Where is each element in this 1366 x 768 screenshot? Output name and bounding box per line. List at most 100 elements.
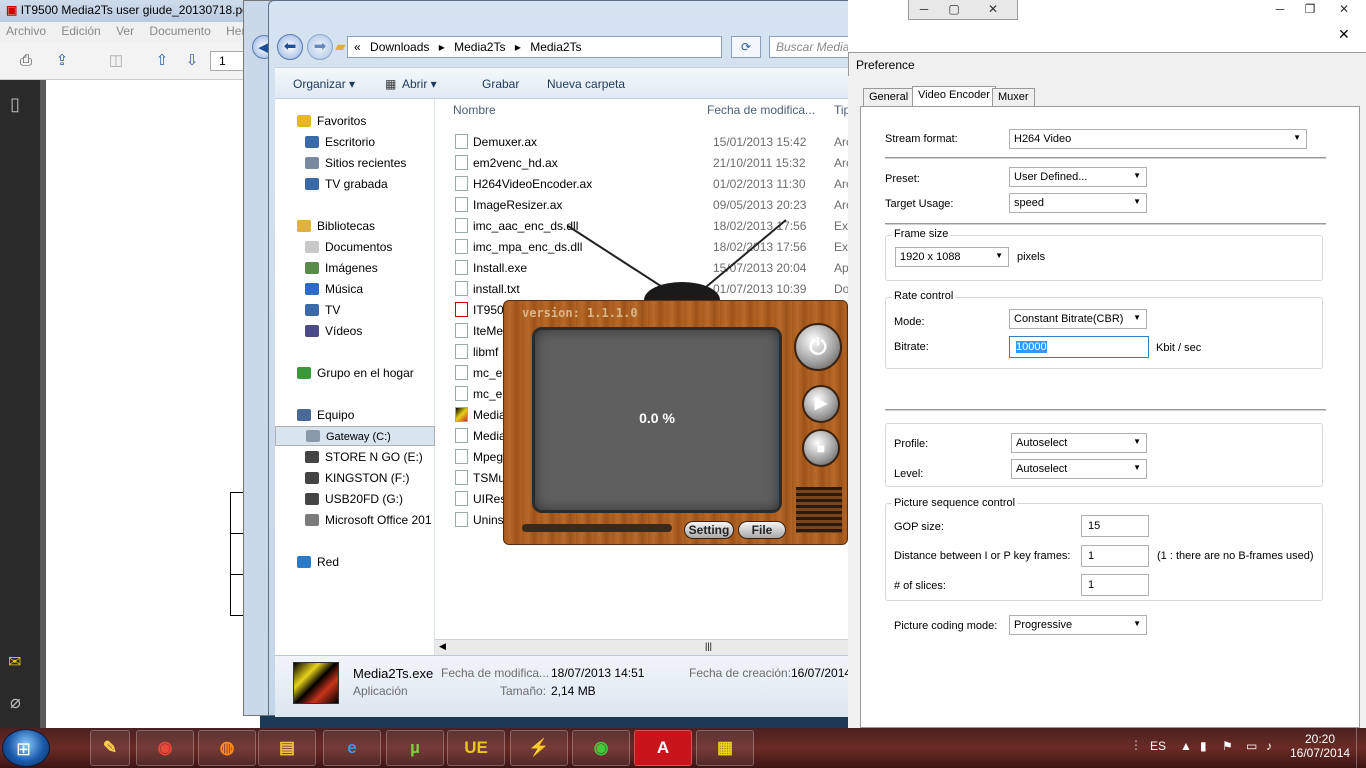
power-button[interactable]: ⏻	[794, 323, 842, 371]
explorer-icon[interactable]: ▤	[258, 730, 316, 766]
stream-format-select[interactable]: H264 Video ▼	[1009, 129, 1307, 149]
show-desktop-button[interactable]	[1356, 728, 1366, 768]
volume-icon[interactable]: ♪	[1266, 739, 1272, 753]
network-tray-icon[interactable]: ▮	[1200, 739, 1207, 753]
menu-edicion[interactable]: Edición	[61, 24, 100, 38]
nav-item[interactable]: Documentos	[275, 237, 435, 258]
file-row[interactable]: Demuxer.ax 15/01/2013 15:42 Arc	[435, 131, 853, 152]
language-indicator[interactable]: ES	[1150, 739, 1166, 753]
stop-button[interactable]: ■	[802, 429, 840, 467]
file-row[interactable]: H264VideoEncoder.ax 01/02/2013 11:30 Arc	[435, 173, 853, 194]
taskbar: ⊞ ⋮ ES ▲ ▮ ⚑ ▭ ♪ 20:20 16/07/2014 ✎ ◉ ◍ ▤ e µ…	[0, 728, 1366, 768]
close-icon[interactable]: ✕	[969, 2, 1017, 20]
gop-size-input[interactable]: 15	[1081, 515, 1149, 537]
tab-video-encoder[interactable]: Video Encoder	[912, 86, 996, 107]
acrobat-icon[interactable]: A	[634, 730, 692, 766]
setting-button[interactable]: Setting	[684, 521, 734, 539]
media2ts-icon[interactable]: ▦	[696, 730, 754, 766]
flash-icon[interactable]: ⚡	[510, 730, 568, 766]
firefox-icon[interactable]: ◍	[198, 730, 256, 766]
internet-explorer-icon[interactable]: e	[323, 730, 381, 766]
back-button[interactable]: ⬅	[277, 34, 303, 60]
ultraedit-icon[interactable]: UE	[447, 730, 505, 766]
dialog-close-icon[interactable]: ✕	[1338, 26, 1350, 43]
nav-item[interactable]: Red	[275, 552, 435, 573]
level-label: Level:	[894, 468, 924, 480]
maximize-icon[interactable]: ▢	[939, 2, 969, 20]
action-center-icon[interactable]: ⚑	[1222, 739, 1233, 753]
menu-documento[interactable]: Documento	[149, 24, 210, 38]
nav-item[interactable]: Vídeos	[275, 321, 435, 342]
minimize-icon[interactable]: ─	[1266, 2, 1294, 20]
chrome-icon[interactable]: ◉	[136, 730, 194, 766]
nav-item[interactable]: KINGSTON (F:)	[275, 468, 435, 489]
menu-ver[interactable]: Ver	[116, 24, 134, 38]
burn-button[interactable]: Grabar	[482, 77, 519, 91]
nav-item[interactable]: TV grabada	[275, 174, 435, 195]
distance-input[interactable]: 1	[1081, 545, 1149, 567]
file-row[interactable]: em2venc_hd.ax 21/10/2011 15:32 Arc	[435, 152, 853, 173]
breadcrumb-media2ts-current[interactable]: Media2Ts	[530, 40, 581, 54]
coding-mode-select[interactable]: Progressive ▼	[1009, 615, 1147, 635]
prev-page-icon[interactable]: ⇧	[150, 50, 174, 72]
file-icon	[455, 302, 468, 317]
profile-select[interactable]: Autoselect ▼	[1011, 433, 1147, 453]
preset-select[interactable]: User Defined... ▼	[1009, 167, 1147, 187]
breadcrumb-overflow[interactable]: «	[354, 40, 361, 54]
nav-item[interactable]: Sitios recientes	[275, 153, 435, 174]
nav-item[interactable]: Microsoft Office 201	[275, 510, 435, 531]
scroll-left-icon[interactable]: ◀	[439, 641, 446, 652]
start-button[interactable]: ⊞	[2, 729, 50, 767]
minimize-icon[interactable]: ─	[909, 2, 939, 20]
nav-item[interactable]: Bibliotecas	[275, 216, 435, 237]
show-hidden-icons[interactable]: ▲	[1180, 739, 1192, 753]
refresh-icon[interactable]: ⟳	[731, 36, 761, 58]
slices-input[interactable]: 1	[1081, 574, 1149, 596]
pages-panel-icon[interactable]: ▯	[10, 94, 20, 115]
next-page-icon[interactable]: ⇩	[180, 50, 204, 72]
organize-button[interactable]: Organizar ▾	[293, 77, 355, 91]
print-icon[interactable]: ⎙	[14, 50, 38, 72]
tab-general[interactable]: General	[863, 88, 915, 106]
address-bar[interactable]: « Downloads ▸ Media2Ts ▸ Media2Ts	[347, 36, 722, 58]
utorrent-icon[interactable]: µ	[386, 730, 444, 766]
breadcrumb-media2ts[interactable]: Media2Ts	[454, 40, 505, 54]
tab-muxer[interactable]: Muxer	[992, 88, 1035, 106]
comments-icon[interactable]: ✉	[8, 652, 21, 672]
nav-item[interactable]: Grupo en el hogar	[275, 363, 435, 384]
nav-item[interactable]: Música	[275, 279, 435, 300]
comment-icon[interactable]: ◫	[104, 50, 128, 72]
nav-item[interactable]: Equipo	[275, 405, 435, 426]
breadcrumb-downloads[interactable]: Downloads	[370, 40, 429, 54]
restore-icon[interactable]: ❐	[1296, 2, 1324, 20]
chrome-soccer-icon[interactable]: ◉	[572, 730, 630, 766]
nav-item[interactable]: TV	[275, 300, 435, 321]
nav-item[interactable]: STORE N GO (E:)	[275, 447, 435, 468]
ie-tools-icon[interactable]: ✎	[90, 730, 130, 766]
target-usage-select[interactable]: speed ▼	[1009, 193, 1147, 213]
clock[interactable]: 20:20 16/07/2014	[1290, 732, 1350, 760]
frame-size-select[interactable]: 1920 x 1088 ▼	[895, 247, 1009, 267]
nav-item[interactable]: Gateway (C:)	[275, 426, 435, 446]
nav-item[interactable]: USB20FD (G:)	[275, 489, 435, 510]
play-button[interactable]: ▶	[802, 385, 840, 423]
column-date[interactable]: Fecha de modifica...	[707, 103, 815, 117]
attachment-icon[interactable]: ⌀	[10, 692, 21, 713]
open-button[interactable]: Abrir ▾	[402, 77, 437, 91]
scroll-grip-icon[interactable]: |||	[705, 641, 712, 651]
nav-item[interactable]: Escritorio	[275, 132, 435, 153]
battery-icon[interactable]: ▭	[1246, 739, 1257, 753]
menu-archivo[interactable]: Archivo	[6, 24, 46, 38]
forward-button[interactable]: ➡	[307, 34, 333, 60]
bitrate-input[interactable]: 10000	[1009, 336, 1149, 358]
mode-select[interactable]: Constant Bitrate(CBR) ▼	[1009, 309, 1147, 329]
nav-item[interactable]: Favoritos	[275, 111, 435, 132]
close-icon[interactable]: ✕	[1326, 2, 1362, 20]
new-folder-button[interactable]: Nueva carpeta	[547, 77, 625, 91]
share-icon[interactable]: ⇪	[50, 50, 74, 72]
level-select[interactable]: Autoselect ▼	[1011, 459, 1147, 479]
column-name[interactable]: Nombre	[453, 103, 496, 117]
nav-item[interactable]: Imágenes	[275, 258, 435, 279]
file-button[interactable]: File	[738, 521, 786, 539]
horizontal-scrollbar[interactable]: ◀ |||	[435, 639, 853, 655]
